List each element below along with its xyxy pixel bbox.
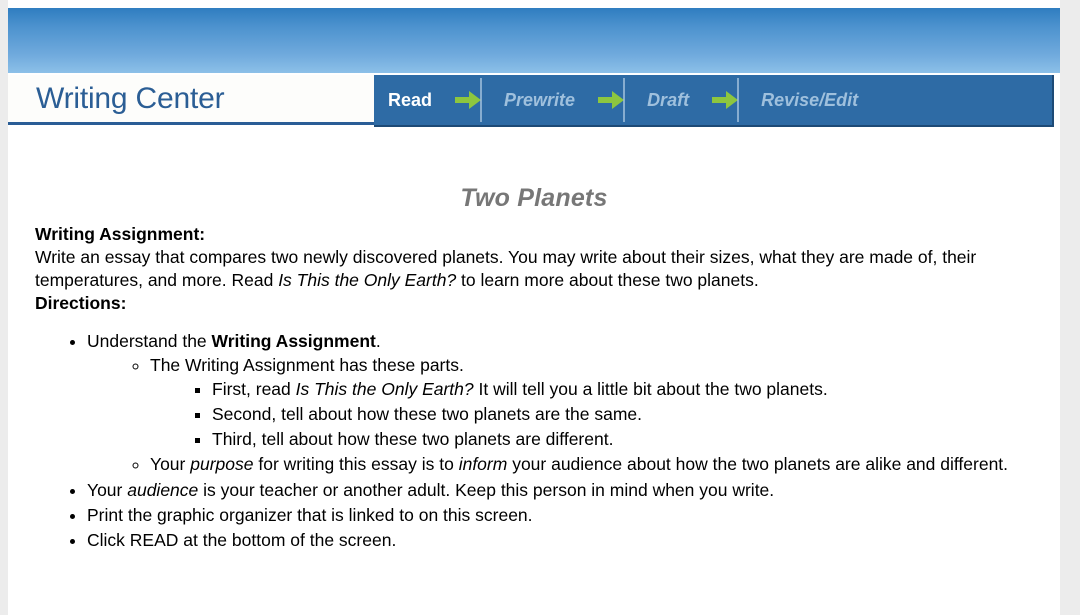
audience-text-b: is your teacher or another adult. Keep t… xyxy=(198,479,775,500)
arrow-right-icon-1 xyxy=(446,75,490,125)
nav-label-read: Read xyxy=(388,90,433,110)
purpose-text-c: your audience about how the two planets … xyxy=(507,454,1009,475)
list-item-parts: The Writing Assignment has these parts. … xyxy=(150,353,1032,452)
purpose-text-b: for writing this essay is to xyxy=(253,454,459,475)
site-logo[interactable]: Writing Center xyxy=(8,75,374,125)
top-banner xyxy=(8,8,1060,73)
second-text: Second, tell about how these two planets… xyxy=(212,404,642,425)
nav-label-draft: Draft xyxy=(647,90,690,110)
understand-text-bold: Writing Assignment xyxy=(211,330,376,351)
nav-step-prewrite[interactable]: Prewrite xyxy=(490,75,589,125)
assignment-book-title: Is This the Only Earth? xyxy=(278,269,457,290)
nav-label-revise-edit: Revise/Edit xyxy=(761,90,859,110)
print-text: Print the graphic organizer that is link… xyxy=(87,504,533,525)
site-header: Writing Center Read Prewrite Draft Revis… xyxy=(8,75,1060,128)
understand-text-b: . xyxy=(375,330,381,351)
list-item-understand: Understand the Writing Assignment. The W… xyxy=(87,329,1032,477)
list-item-click-read: Click READ at the bottom of the screen. xyxy=(87,528,1032,552)
purpose-word: purpose xyxy=(190,454,254,475)
document-content: Writing Assignment: Write an essay that … xyxy=(8,223,1060,552)
stage-navigation: Read Prewrite Draft Revise/Edit xyxy=(374,75,1054,128)
audience-text-a: Your xyxy=(87,479,128,500)
understand-text-a: Understand the xyxy=(87,330,212,351)
list-item-print: Print the graphic organizer that is link… xyxy=(87,503,1032,527)
parts-intro-text: The Writing Assignment has these parts. xyxy=(150,354,464,375)
assignment-heading: Writing Assignment: xyxy=(35,223,1032,246)
list-item-audience: Your audience is your teacher or another… xyxy=(87,478,1032,502)
first-text-b: It will tell you a little bit about the … xyxy=(473,378,828,399)
parts-list: First, read Is This the Only Earth? It w… xyxy=(150,377,1032,451)
click-read-text: Click READ at the bottom of the screen. xyxy=(87,529,397,550)
directions-list: Understand the Writing Assignment. The W… xyxy=(35,329,1032,552)
first-book-title: Is This the Only Earth? xyxy=(295,378,474,399)
list-item-second: Second, tell about how these two planets… xyxy=(212,402,1032,426)
list-item-third: Third, tell about how these two planets … xyxy=(212,427,1032,451)
assignment-heading-text: Writing Assignment: xyxy=(35,224,206,244)
nav-label-prewrite: Prewrite xyxy=(504,90,576,110)
list-item-first: First, read Is This the Only Earth? It w… xyxy=(212,377,1032,401)
arrow-right-icon-3 xyxy=(703,75,747,125)
directions-heading-text: Directions: xyxy=(35,292,127,313)
audience-word: audience xyxy=(127,479,199,500)
purpose-text-a: Your xyxy=(150,454,191,475)
inform-word: inform xyxy=(458,454,508,475)
directions-sublist: The Writing Assignment has these parts. … xyxy=(87,353,1032,477)
nav-step-read[interactable]: Read xyxy=(374,75,446,125)
page-root: Writing Center Read Prewrite Draft Revis… xyxy=(0,0,1080,615)
arrow-right-icon-2 xyxy=(589,75,633,125)
directions-heading: Directions: xyxy=(35,292,1032,315)
third-text: Third, tell about how these two planets … xyxy=(212,429,614,450)
list-item-purpose: Your purpose for writing this essay is t… xyxy=(150,452,1032,476)
assignment-paragraph: Write an essay that compares two newly d… xyxy=(35,246,1032,292)
document-body: Two Planets Writing Assignment: Write an… xyxy=(8,127,1060,615)
nav-step-draft[interactable]: Draft xyxy=(633,75,703,125)
site-logo-text: Writing Center xyxy=(36,81,225,115)
page-title: Two Planets xyxy=(460,184,608,212)
assignment-text-part-b: to learn more about these two planets. xyxy=(456,269,759,290)
nav-step-revise-edit[interactable]: Revise/Edit xyxy=(747,75,872,125)
first-text-a: First, read xyxy=(212,378,296,399)
